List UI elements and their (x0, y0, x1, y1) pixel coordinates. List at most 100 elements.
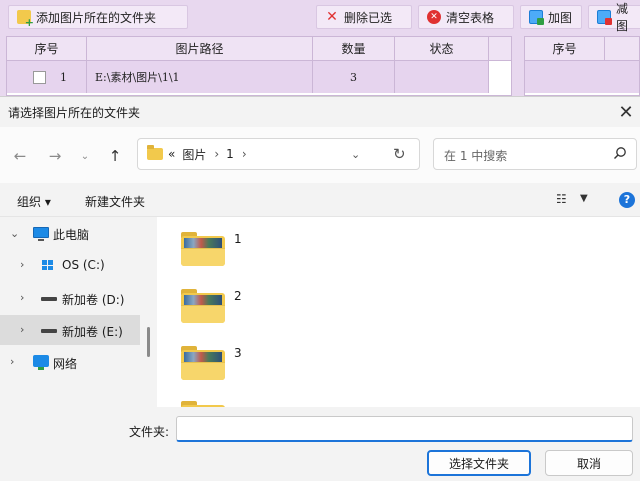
tree-label: OS (C:) (62, 258, 105, 272)
recent-dropdown-icon[interactable]: ⌄ (74, 145, 96, 167)
folder-thumbnail-icon (181, 232, 225, 266)
breadcrumb-item[interactable]: 图片 (182, 146, 206, 163)
tree-label: 此电脑 (53, 228, 90, 242)
collapsed-chevron-icon[interactable]: › (20, 323, 24, 336)
delete-selected-button[interactable]: ✕ 删除已选 (316, 5, 412, 29)
folder-item[interactable]: 2 (181, 289, 281, 329)
folder-thumbnail-icon (181, 289, 225, 323)
remove-image-button[interactable]: 减图 (588, 2, 640, 33)
delete-icon: ✕ (326, 9, 338, 25)
row-index: 1 (60, 70, 67, 84)
row-path: E:\素材\图片\1\1 (87, 61, 313, 93)
folder-item[interactable]: 1 (181, 232, 281, 272)
clear-icon: ✕ (427, 10, 441, 24)
clear-table-button[interactable]: ✕ 清空表格 (418, 5, 514, 29)
organize-menu[interactable]: 组织 ▾ (17, 193, 51, 210)
tree-item-e-drive[interactable]: › 新加卷 (E:) (0, 315, 140, 345)
folder-list: 1 2 3 (157, 217, 640, 407)
table2-row (525, 61, 639, 93)
command-bar: 组织 ▾ 新建文件夹 ☷ ▼ ? (0, 183, 640, 217)
dialog-title-bar: 请选择图片所在的文件夹 ✕ (0, 97, 640, 127)
address-bar[interactable]: « 图片 › 1 › ⌄ ↻ (137, 138, 420, 170)
breadcrumb-overflow[interactable]: « (168, 147, 175, 161)
view-dropdown-icon[interactable]: ▼ (580, 193, 588, 204)
secondary-table: 序号 (524, 36, 640, 96)
tree-item-network[interactable]: › 网络 (0, 347, 140, 377)
folder-icon (147, 145, 163, 160)
delete-selected-label: 删除已选 (344, 10, 393, 25)
col-path[interactable]: 图片路径 (87, 37, 313, 60)
col-count[interactable]: 数量 (313, 37, 395, 60)
dialog-footer: 文件夹: 选择文件夹 取消 (0, 407, 640, 481)
folder-name: 2 (234, 289, 242, 303)
table2-col-spacer (605, 37, 639, 60)
tree-label: 新加卷 (E:) (62, 325, 123, 339)
row-index-cell: 1 (7, 61, 87, 93)
view-options-icon[interactable]: ☷ (556, 192, 567, 206)
tree-item-c-drive[interactable]: › OS (C:) (0, 250, 140, 280)
up-arrow-icon[interactable]: ↑ (104, 145, 126, 167)
row-status (395, 61, 489, 93)
col-index[interactable]: 序号 (7, 37, 87, 60)
folder-name: 1 (234, 232, 242, 246)
tree-item-d-drive[interactable]: › 新加卷 (D:) (0, 283, 140, 313)
image-path-table: 序号 图片路径 数量 状态 1 E:\素材\图片\1\1 3 (6, 36, 512, 96)
collapsed-chevron-icon[interactable]: › (20, 291, 24, 304)
drive-icon (41, 297, 57, 301)
tree-item-this-pc[interactable]: ⌄ 此电脑 (0, 218, 140, 248)
row-spacer (489, 61, 511, 93)
forward-arrow-icon[interactable]: → (44, 145, 66, 167)
table2-col-index[interactable]: 序号 (525, 37, 605, 60)
dialog-title: 请选择图片所在的文件夹 (8, 106, 141, 120)
drive-icon (41, 329, 57, 333)
navigation-tree: ⌄ 此电脑 › OS (C:) › 新加卷 (D:) › 新加卷 (E:) › … (0, 217, 157, 407)
collapsed-chevron-icon[interactable]: › (10, 355, 14, 368)
search-placeholder: 在 1 中搜索 (444, 149, 508, 163)
add-folder-icon (17, 10, 34, 29)
network-icon (33, 355, 49, 370)
row-checkbox[interactable] (33, 70, 46, 84)
pc-icon (33, 227, 49, 241)
folder-name-input[interactable] (176, 416, 633, 442)
tree-scrollbar[interactable] (147, 327, 150, 357)
add-folder-label: 添加图片所在的文件夹 (36, 10, 157, 25)
folder-name: 3 (234, 346, 242, 360)
folder-item[interactable]: 3 (181, 346, 281, 386)
add-image-button[interactable]: 加图 (520, 5, 582, 29)
app-toolbar: 添加图片所在的文件夹 ✕ 删除已选 ✕ 清空表格 加图 减图 (0, 0, 640, 34)
clear-table-label: 清空表格 (446, 10, 495, 25)
back-arrow-icon[interactable]: ← (9, 145, 31, 167)
navigation-bar: ← → ⌄ ↑ « 图片 › 1 › ⌄ ↻ 在 1 中搜索 (0, 127, 640, 183)
folder-thumbnail-icon (181, 346, 225, 380)
close-icon[interactable]: ✕ (612, 99, 640, 125)
search-icon (614, 147, 626, 159)
refresh-icon[interactable]: ↻ (393, 145, 406, 163)
table-row[interactable]: 1 E:\素材\图片\1\1 3 (7, 61, 511, 93)
collapsed-chevron-icon[interactable]: › (20, 258, 24, 271)
folder-picker-dialog: 请选择图片所在的文件夹 ✕ ← → ⌄ ↑ « 图片 › 1 › ⌄ ↻ 在 1… (0, 96, 640, 481)
help-icon[interactable]: ? (619, 192, 635, 208)
windows-drive-icon (42, 260, 54, 270)
breadcrumb-separator-icon: › (214, 147, 220, 161)
table-header: 序号 图片路径 数量 状态 (7, 37, 511, 61)
add-image-label: 加图 (548, 10, 573, 25)
select-folder-button[interactable]: 选择文件夹 (427, 450, 531, 476)
new-folder-button[interactable]: 新建文件夹 (85, 193, 145, 210)
background-app: 添加图片所在的文件夹 ✕ 删除已选 ✕ 清空表格 加图 减图 序号 图片路径 数… (0, 0, 640, 96)
tree-label: 新加卷 (D:) (62, 293, 125, 307)
add-folder-button[interactable]: 添加图片所在的文件夹 (8, 5, 188, 29)
expanded-chevron-icon[interactable]: ⌄ (10, 227, 19, 240)
col-status[interactable]: 状态 (395, 37, 489, 60)
tree-label: 网络 (53, 357, 78, 371)
row-count: 3 (313, 61, 395, 93)
remove-image-label: 减图 (616, 2, 629, 33)
breadcrumb-item[interactable]: 1 (226, 147, 234, 161)
col-spacer (489, 37, 511, 60)
search-input[interactable]: 在 1 中搜索 (433, 138, 637, 170)
breadcrumb-separator-icon[interactable]: › (242, 147, 247, 161)
folder-field-label: 文件夹: (129, 425, 170, 439)
organize-label: 组织 (17, 195, 42, 209)
cancel-button[interactable]: 取消 (545, 450, 633, 476)
add-image-icon (529, 10, 544, 25)
address-dropdown-icon[interactable]: ⌄ (351, 148, 360, 161)
